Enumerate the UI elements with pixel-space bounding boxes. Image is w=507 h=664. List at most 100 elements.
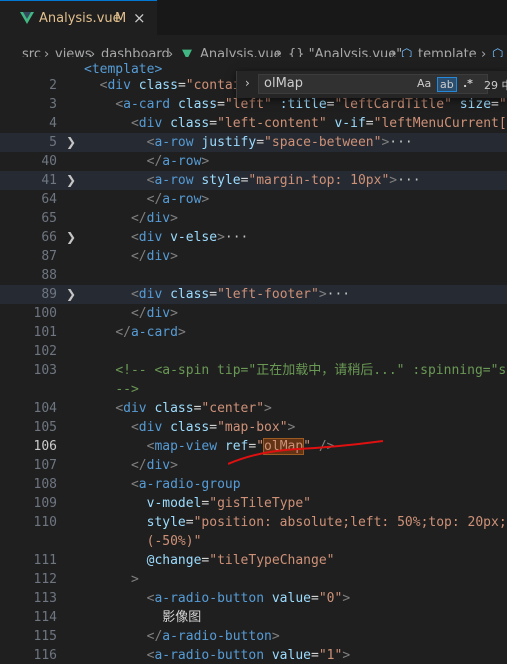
code-line[interactable]: 113 <a-radio-button value="0"> xyxy=(0,589,507,608)
fold-chevron-icon[interactable]: ❯ xyxy=(66,228,76,247)
code-text: <div class="center"> xyxy=(115,401,272,416)
code-text: <div class="left-footer">··· xyxy=(130,287,351,302)
code-line[interactable]: --> xyxy=(0,380,507,399)
breadcrumb-item-template[interactable]: template xyxy=(418,47,477,57)
regex-icon[interactable]: .* xyxy=(463,77,473,90)
line-number: 114 xyxy=(33,610,57,625)
code-line[interactable]: 5 ❯ <a-row justify="space-between">··· xyxy=(0,133,507,152)
chevron-right-icon: › xyxy=(276,47,282,57)
vue-file-icon: ▼ xyxy=(182,47,192,57)
breadcrumb-item-dashboard[interactable]: dashboard xyxy=(101,47,170,57)
code-text: <a-row style="margin-top: 10px">··· xyxy=(146,173,421,188)
code-line[interactable]: 115 </a-radio-button> xyxy=(0,627,507,646)
breadcrumb-item-file[interactable]: Analysis.vue xyxy=(200,47,282,57)
code-text: </div> xyxy=(130,306,178,321)
whole-word-icon[interactable]: ab xyxy=(437,77,457,92)
line-number: 87 xyxy=(41,249,57,264)
line-number: 4 xyxy=(49,116,57,131)
code-line[interactable]: 109 v-model="gisTileType" xyxy=(0,494,507,513)
find-input-value: olMap xyxy=(264,76,303,91)
code-line[interactable]: 108 <a-radio-group xyxy=(0,475,507,494)
code-line[interactable]: 40 </a-row> xyxy=(0,152,507,171)
symbol-icon: ⬡ xyxy=(401,47,413,57)
code-text: <a-row justify="space-between">··· xyxy=(146,135,413,150)
code-line[interactable]: 87 </div> xyxy=(0,247,507,266)
code-text: </a-card> xyxy=(115,325,186,340)
vue-file-icon xyxy=(20,12,34,24)
find-input[interactable]: olMap Aa ab .* xyxy=(258,74,488,94)
code-editor[interactable]: <template> 2 <div class="contai 3 <a-card… xyxy=(0,57,507,664)
code-line[interactable]: 4 <div class="left-content" v-if="leftMe… xyxy=(0,114,507,133)
code-line[interactable]: 89 ❯ <div class="left-footer">··· xyxy=(0,285,507,304)
code-line[interactable]: 101 </a-card> xyxy=(0,323,507,342)
line-number: 41 xyxy=(41,173,57,188)
line-number: 115 xyxy=(33,629,57,644)
tab-label: Analysis.vue xyxy=(39,11,121,26)
code-text: <!-- <a-spin tip="正在加载中，请稍后..." :spinnin… xyxy=(115,363,507,378)
code-line[interactable]: 65 </div> xyxy=(0,209,507,228)
code-line[interactable]: 110 style="position: absolute;left: 50%;… xyxy=(0,513,507,532)
line-number: 105 xyxy=(33,420,57,435)
code-text: </div> xyxy=(130,249,178,264)
line-number: 5 xyxy=(49,135,57,150)
code-line[interactable]: 64 </a-row> xyxy=(0,190,507,209)
line-number: 104 xyxy=(33,401,57,416)
line-number: 112 xyxy=(33,572,57,587)
code-line[interactable]: 112 > xyxy=(0,570,507,589)
breadcrumb-item-module[interactable]: {} "Analysis.vue" xyxy=(288,47,402,57)
code-text: <div v-else>··· xyxy=(130,230,249,245)
code-line[interactable]: (-50%)" xyxy=(0,532,507,551)
breadcrumb-item-src[interactable]: src xyxy=(22,47,41,57)
line-number: 108 xyxy=(33,477,57,492)
fold-chevron-icon[interactable]: ❯ xyxy=(66,133,76,152)
line-number: 111 xyxy=(33,553,57,568)
code-text: </div> xyxy=(130,458,178,473)
code-text: </div> xyxy=(130,211,178,226)
code-line[interactable]: 88 xyxy=(0,266,507,285)
chevron-right-icon: › xyxy=(481,47,487,57)
chevron-right-icon: › xyxy=(44,47,50,57)
line-number: 3 xyxy=(49,97,57,112)
code-text: --> xyxy=(115,382,139,397)
code-line[interactable]: 100 </div> xyxy=(0,304,507,323)
line-number: 109 xyxy=(33,496,57,511)
tab-bar: Analysis.vue M × xyxy=(0,0,507,35)
code-text: > xyxy=(130,572,139,587)
chevron-right-icon: › xyxy=(168,47,174,57)
line-number: 89 xyxy=(41,287,57,302)
code-line[interactable]: 66 ❯ <div v-else>··· xyxy=(0,228,507,247)
tab-analysis-vue[interactable]: Analysis.vue M × xyxy=(0,0,157,35)
code-text: </a-row> xyxy=(146,154,210,169)
fold-chevron-icon[interactable]: ❯ xyxy=(66,171,76,190)
code-text: <a-radio-button value="1"> xyxy=(146,648,351,663)
code-line[interactable]: 114 影像图 xyxy=(0,608,507,627)
code-line[interactable]: 116 <a-radio-button value="1"> xyxy=(0,646,507,664)
line-number: 88 xyxy=(41,268,57,283)
line-number: 102 xyxy=(33,344,57,359)
symbol-icon: ⬡ xyxy=(492,47,504,57)
line-number: 100 xyxy=(33,306,57,321)
breadcrumb-item-views[interactable]: views xyxy=(55,47,92,57)
toggle-replace-icon[interactable]: › xyxy=(245,76,250,90)
find-result-count: 29 中 xyxy=(484,79,507,92)
code-text: </a-row> xyxy=(146,192,210,207)
fold-chevron-icon[interactable]: ❯ xyxy=(66,285,76,304)
red-underline-annotation xyxy=(228,440,384,465)
code-text: v-model="gisTileType" xyxy=(146,496,311,511)
code-line[interactable]: 111 @change="tileTypeChange" xyxy=(0,551,507,570)
line-number: 107 xyxy=(33,458,57,473)
code-line[interactable]: 104 <div class="center"> xyxy=(0,399,507,418)
line-number: 2 xyxy=(49,78,57,93)
match-case-icon[interactable]: Aa xyxy=(417,77,431,90)
chevron-right-icon: › xyxy=(90,47,96,57)
code-text: @change="tileTypeChange" xyxy=(146,553,335,568)
line-number: 66 xyxy=(41,230,57,245)
code-text: <div class="left-content" v-if="leftMenu… xyxy=(130,116,507,131)
line-number: 113 xyxy=(33,591,57,606)
close-icon[interactable]: × xyxy=(133,9,146,27)
code-line[interactable]: 102 xyxy=(0,342,507,361)
code-line[interactable]: 41 ❯ <a-row style="margin-top: 10px">··· xyxy=(0,171,507,190)
code-text: <div class="contai xyxy=(99,78,241,93)
code-line[interactable]: 103 <!-- <a-spin tip="正在加载中，请稍后..." :spi… xyxy=(0,361,507,380)
line-number: 40 xyxy=(41,154,57,169)
